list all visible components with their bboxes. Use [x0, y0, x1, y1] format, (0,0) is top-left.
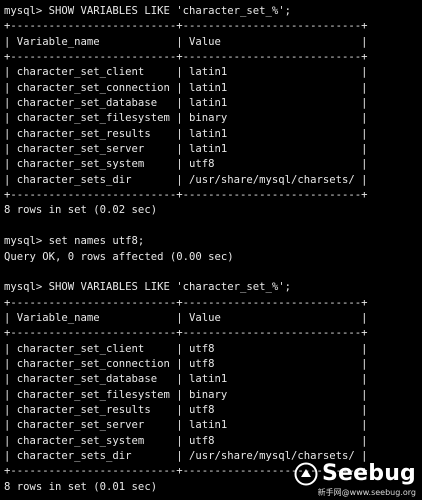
table-row: | character_set_server | latin1 |: [4, 143, 368, 156]
table-border: +--------------------------+------------…: [4, 327, 368, 340]
table-row: | character_set_connection | utf8 |: [4, 357, 368, 370]
result-summary: 8 rows in set (0.02 sec): [4, 204, 158, 217]
result-summary: Query OK, 0 rows affected (0.00 sec): [4, 250, 234, 263]
table-row: | character_set_client | latin1 |: [4, 66, 368, 79]
watermark-site: 新手网@www.seebug.org: [317, 488, 416, 497]
table-row: | character_set_server | latin1 |: [4, 419, 368, 432]
table-row: | character_set_results | utf8 |: [4, 403, 368, 416]
terminal-window[interactable]: mysql> SHOW VARIABLES LIKE 'character_se…: [0, 0, 422, 500]
watermark-brand: Seebug: [321, 461, 416, 486]
table-row: | character_set_filesystem | binary |: [4, 112, 368, 125]
terminal-line: mysql> SHOW VARIABLES LIKE 'character_se…: [4, 5, 292, 17]
table-border: +--------------------------+------------…: [4, 51, 368, 64]
table-row: | character_set_client | utf8 |: [4, 342, 368, 355]
table-border: +--------------------------+------------…: [4, 20, 368, 33]
table-row: | character_set_connection | latin1 |: [4, 81, 368, 94]
table-header-row: | Variable_name | Value |: [4, 35, 368, 48]
table-row: | character_sets_dir | /usr/share/mysql/…: [4, 173, 368, 186]
terminal-line: mysql> set names utf8;: [4, 235, 145, 248]
seebug-watermark: Seebug: [294, 461, 416, 486]
table-border: +--------------------------+------------…: [4, 296, 368, 309]
seebug-logo-icon: [294, 462, 318, 485]
table-row: | character_set_filesystem | binary |: [4, 388, 368, 401]
table-row: | character_set_database | latin1 |: [4, 97, 368, 110]
table-border: +--------------------------+------------…: [4, 189, 368, 202]
table-row: | character_set_results | latin1 |: [4, 127, 368, 140]
table-row: | character_set_system | utf8 |: [4, 158, 368, 171]
terminal-line: mysql> SHOW VARIABLES LIKE 'character_se…: [4, 281, 292, 294]
table-row: | character_set_system | utf8 |: [4, 434, 368, 447]
table-header-row: | Variable_name | Value |: [4, 311, 368, 324]
table-row: | character_set_database | latin1 |: [4, 373, 368, 386]
